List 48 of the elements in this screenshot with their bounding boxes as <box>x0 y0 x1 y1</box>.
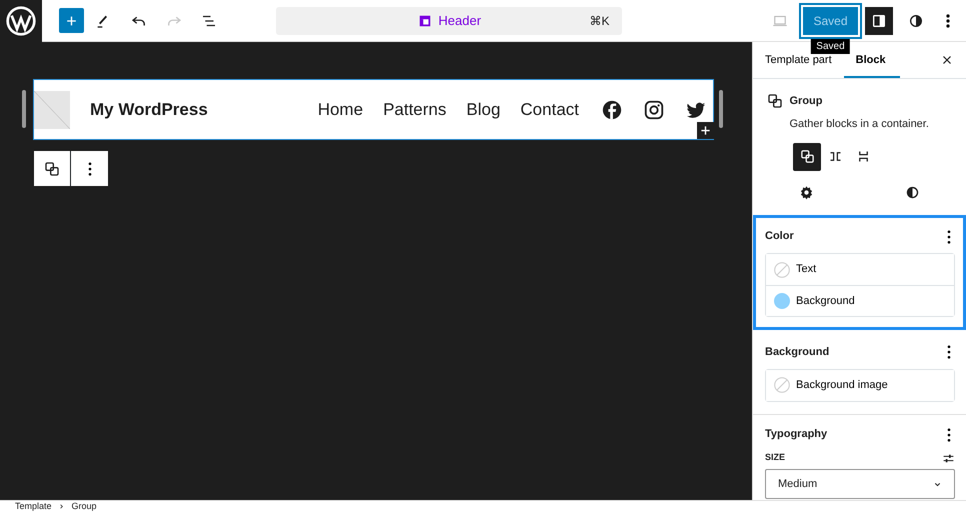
size-label: SIZE <box>765 451 786 464</box>
nav-link[interactable]: Contact <box>520 96 579 122</box>
template-part-icon <box>418 14 432 28</box>
keyboard-shortcut: ⌘K <box>589 12 610 30</box>
group-icon <box>767 93 783 109</box>
block-name: Group <box>790 94 824 109</box>
block-description: Gather blocks in a container. <box>790 117 929 132</box>
contrast-icon <box>908 12 924 28</box>
logo-placeholder <box>34 90 70 128</box>
group-icon <box>800 149 814 164</box>
group-icon <box>44 160 60 176</box>
command-bar[interactable]: Header ⌘K <box>276 6 622 34</box>
plus-icon <box>65 14 78 28</box>
instagram-icon[interactable] <box>643 98 665 120</box>
settings-icon <box>798 185 814 200</box>
facebook-icon[interactable] <box>601 98 623 120</box>
resize-handle[interactable] <box>22 90 26 128</box>
variation-button[interactable] <box>793 142 821 170</box>
color-option[interactable]: Background image <box>766 370 954 400</box>
nav-link[interactable]: Patterns <box>383 96 446 122</box>
more-icon <box>946 12 950 28</box>
panel-title: Typography <box>765 427 828 442</box>
site-logo[interactable] <box>0 0 42 42</box>
empty-swatch-icon <box>774 377 790 393</box>
tooltip: Saved <box>811 38 850 54</box>
contrast-icon <box>905 185 920 200</box>
breadcrumb-link[interactable]: Group <box>72 501 97 512</box>
sliders-icon <box>942 452 954 464</box>
more-icon <box>88 162 92 176</box>
command-bar-title: Header <box>438 12 482 30</box>
more-icon <box>947 428 951 442</box>
color-option[interactable]: Background <box>766 285 954 316</box>
add-block-button[interactable] <box>697 122 714 139</box>
chevron-right-icon <box>58 503 66 510</box>
site-title[interactable]: My WordPress <box>90 96 208 122</box>
nav-link[interactable]: Home <box>318 96 364 122</box>
empty-swatch-icon <box>774 262 790 278</box>
more-icon <box>947 230 951 244</box>
size-select[interactable]: Medium <box>765 469 955 499</box>
panel-title: Color <box>765 229 794 244</box>
plus-icon <box>700 125 711 136</box>
breadcrumb-link[interactable]: Template <box>15 501 52 512</box>
nav-link[interactable]: Blog <box>466 96 500 122</box>
settings-toggle[interactable] <box>865 6 893 34</box>
row-icon <box>828 149 842 164</box>
more-icon <box>947 345 951 359</box>
resize-handle[interactable] <box>719 90 723 128</box>
panel-title: Background <box>765 344 830 360</box>
